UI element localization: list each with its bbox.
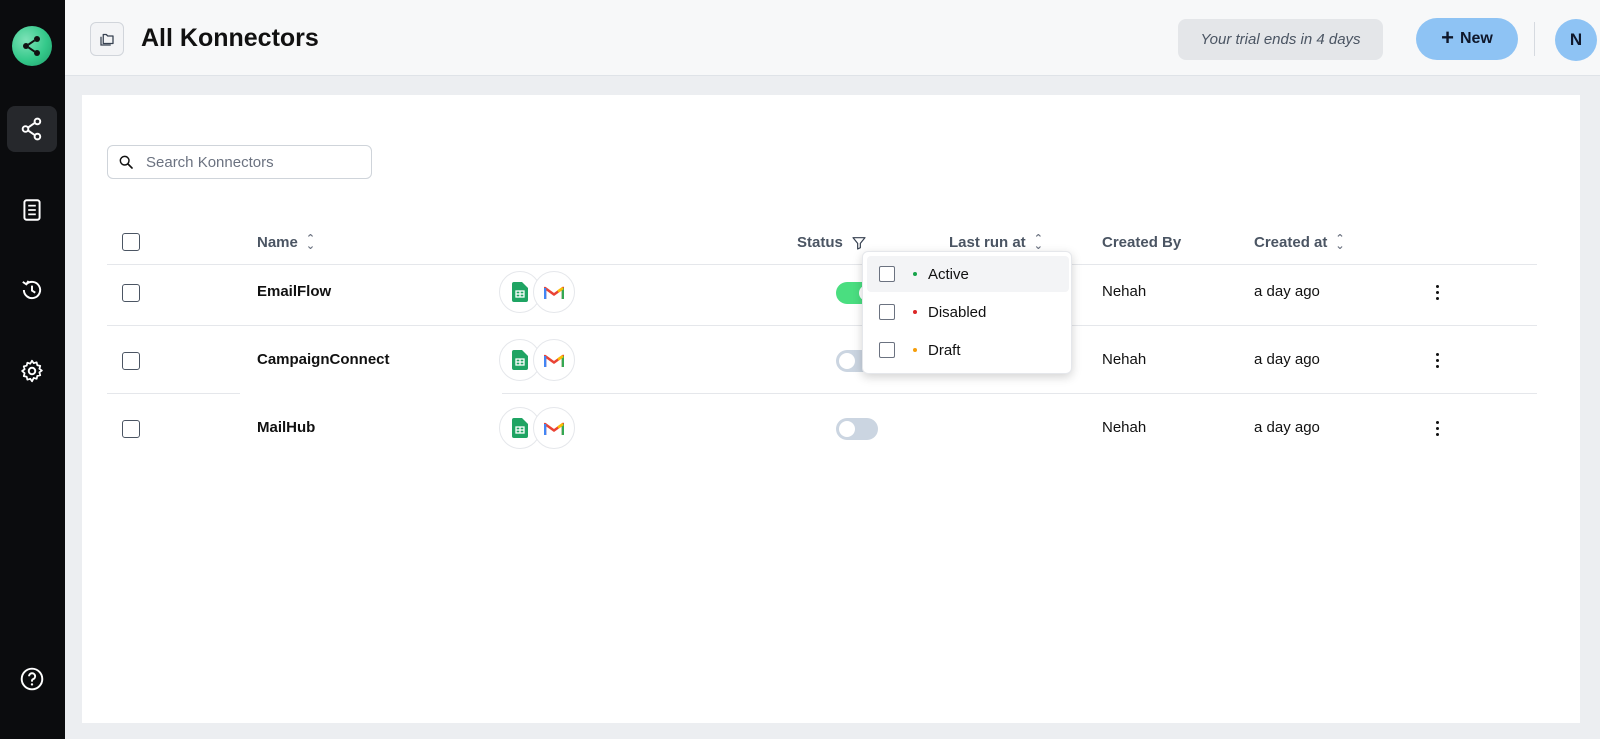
help-icon <box>20 667 44 691</box>
filter-option-active[interactable]: Active <box>867 256 1069 292</box>
created-at-cell: a day ago <box>1254 419 1320 436</box>
header-divider <box>1534 22 1535 56</box>
table-row[interactable]: MailHub Nehah a day ago <box>107 394 1537 462</box>
plus-icon: + <box>1441 25 1454 50</box>
page-title: All Konnectors <box>141 24 319 52</box>
filter-option-label: Active <box>928 265 969 283</box>
row-menu-icon[interactable] <box>1427 415 1447 441</box>
history-icon <box>22 280 42 300</box>
created-by-cell: Nehah <box>1102 283 1147 300</box>
column-created-at-label: Created at <box>1254 234 1328 251</box>
sort-icon[interactable]: ⌃ ⌄ <box>1335 233 1344 251</box>
column-created-at[interactable]: Created at ⌃ ⌄ <box>1254 233 1345 251</box>
status-dot <box>913 310 917 314</box>
column-last-run-label: Last run at <box>949 234 1026 251</box>
filter-option-draft[interactable]: Draft <box>867 332 1069 368</box>
toggle-knob <box>839 421 855 437</box>
column-last-run[interactable]: Last run at ⌃ ⌄ <box>949 233 1043 251</box>
status-dot <box>913 348 917 352</box>
new-button-label: New <box>1459 30 1493 47</box>
row-menu-icon[interactable] <box>1427 347 1447 373</box>
sidebar-item-settings[interactable] <box>7 348 57 394</box>
column-created-by: Created By <box>1102 234 1181 251</box>
app-logo[interactable] <box>12 26 52 66</box>
table-row[interactable]: EmailFlow Nehah a day ago <box>107 258 1537 326</box>
trial-banner: Your trial ends in 4 days <box>1178 19 1383 60</box>
document-icon <box>23 199 41 221</box>
filter-icon[interactable] <box>851 235 867 251</box>
app-icons <box>499 407 575 449</box>
column-name[interactable]: Name ⌃ ⌄ <box>257 233 315 251</box>
filter-checkbox[interactable] <box>879 266 895 282</box>
row-menu-icon[interactable] <box>1427 279 1447 305</box>
sort-icon[interactable]: ⌃ ⌄ <box>1034 233 1043 251</box>
share-nodes-icon <box>21 117 42 141</box>
table-row[interactable]: CampaignConnect Nehah a day ago <box>107 326 1537 394</box>
share-nodes-icon <box>23 36 40 56</box>
filter-option-disabled[interactable]: Disabled <box>867 294 1069 330</box>
gmail-icon <box>533 271 575 313</box>
gmail-icon <box>533 339 575 381</box>
status-filter-dropdown: Active Disabled Draft <box>862 251 1072 374</box>
gmail-icon <box>533 407 575 449</box>
app-icons <box>499 271 575 313</box>
filter-checkbox[interactable] <box>879 304 895 320</box>
created-at-cell: a day ago <box>1254 283 1320 300</box>
status-dot <box>913 272 917 276</box>
filter-option-label: Draft <box>928 341 961 359</box>
column-created-by-label: Created By <box>1102 234 1182 251</box>
konnectors-panel: Name ⌃⌄ Status Last run at ⌃⌄ Created By… <box>82 95 1580 723</box>
user-avatar[interactable]: N <box>1555 19 1597 61</box>
top-header: All Konnectors Your trial ends in 4 days… <box>65 0 1600 76</box>
select-all-checkbox[interactable] <box>122 233 140 251</box>
sidebar-item-history[interactable] <box>7 267 57 313</box>
gear-icon <box>21 359 43 383</box>
created-by-cell: Nehah <box>1102 351 1147 368</box>
konnector-name[interactable]: CampaignConnect <box>257 351 390 368</box>
row-checkbox[interactable] <box>122 352 140 370</box>
filter-option-label: Disabled <box>928 303 987 321</box>
sidebar-item-konnectors[interactable] <box>7 106 57 152</box>
column-name-label: Name <box>257 234 298 251</box>
column-status-label: Status <box>797 234 843 251</box>
app-icons <box>499 339 575 381</box>
folders-icon <box>100 33 114 46</box>
search-box[interactable] <box>107 145 372 179</box>
row-checkbox[interactable] <box>122 420 140 438</box>
sidebar-item-help[interactable] <box>7 656 57 702</box>
created-at-cell: a day ago <box>1254 351 1320 368</box>
sidebar-item-logs[interactable] <box>7 187 57 233</box>
search-input[interactable] <box>146 153 356 171</box>
created-by-cell: Nehah <box>1102 419 1147 436</box>
konnector-name[interactable]: MailHub <box>257 419 315 436</box>
filter-checkbox[interactable] <box>879 342 895 358</box>
sidebar <box>0 0 65 739</box>
toggle-knob <box>839 353 855 369</box>
column-status: Status <box>797 234 867 251</box>
row-checkbox[interactable] <box>122 284 140 302</box>
konnector-name[interactable]: EmailFlow <box>257 283 331 300</box>
status-toggle[interactable] <box>836 418 878 440</box>
new-konnector-button[interactable]: + New <box>1416 18 1518 60</box>
search-icon <box>119 155 133 169</box>
sort-icon[interactable]: ⌃ ⌄ <box>306 233 315 251</box>
folders-button[interactable] <box>90 22 124 56</box>
